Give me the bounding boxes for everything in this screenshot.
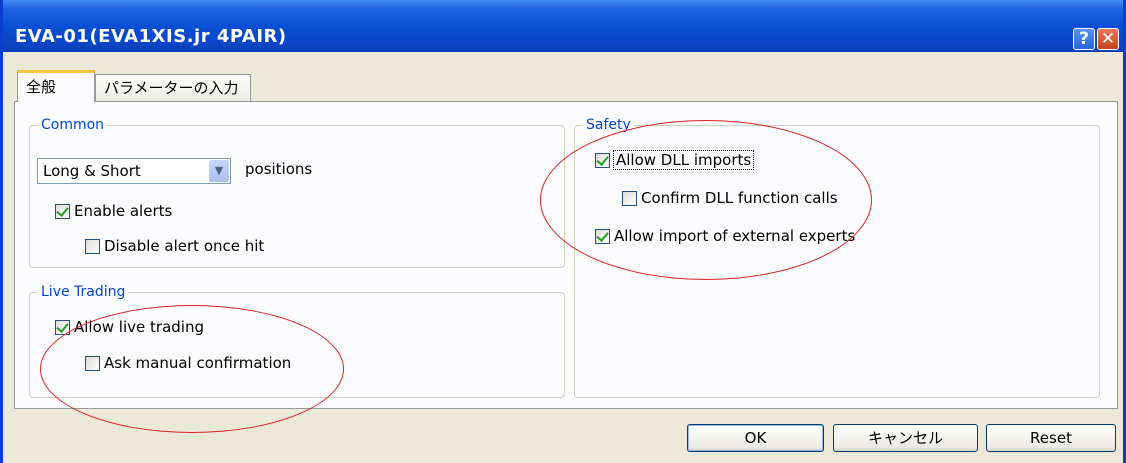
cancel-button[interactable]: キャンセル <box>833 424 978 452</box>
allow-external-experts-option[interactable]: Allow import of external experts <box>595 227 855 245</box>
allow-live-trading-label: Allow live trading <box>74 318 204 336</box>
window-title: EVA-01(EVA1XIS.jr 4PAIR) <box>15 26 287 47</box>
live-trading-group-label: Live Trading <box>38 283 129 301</box>
checkmark-icon <box>596 228 609 242</box>
safety-group-label: Safety <box>583 116 634 134</box>
allow-external-experts-checkbox[interactable] <box>595 228 610 244</box>
ask-manual-confirmation-option[interactable]: Ask manual confirmation <box>85 354 291 372</box>
title-bar[interactable]: EVA-01(EVA1XIS.jr 4PAIR) ? ✕ <box>3 0 1123 52</box>
disable-alert-label: Disable alert once hit <box>104 237 265 255</box>
allow-dll-imports-checkbox[interactable] <box>595 152 610 168</box>
enable-alerts-option[interactable]: Enable alerts <box>55 202 172 220</box>
tab-input-parameters[interactable]: パラメーターの入力 <box>95 74 251 102</box>
close-button[interactable]: ✕ <box>1097 28 1119 50</box>
allow-live-trading-checkbox[interactable] <box>55 319 70 335</box>
confirm-dll-calls-checkbox[interactable] <box>622 190 637 206</box>
allow-dll-imports-option[interactable]: Allow DLL imports <box>595 150 755 170</box>
tab-general[interactable]: 全般 <box>17 70 95 102</box>
allow-dll-imports-label: Allow DLL imports <box>612 150 755 170</box>
positions-select[interactable]: Long & Short ▼ <box>37 158 231 184</box>
positions-suffix: positions <box>245 160 313 178</box>
disable-alert-checkbox[interactable] <box>85 238 100 254</box>
enable-alerts-checkbox[interactable] <box>55 203 70 219</box>
ok-button[interactable]: OK <box>687 424 824 452</box>
allow-live-trading-option[interactable]: Allow live trading <box>55 318 204 336</box>
ask-manual-confirmation-label: Ask manual confirmation <box>104 354 292 372</box>
confirm-dll-calls-option[interactable]: Confirm DLL function calls <box>622 189 838 207</box>
confirm-dll-calls-label: Confirm DLL function calls <box>641 189 838 207</box>
chevron-down-icon[interactable]: ▼ <box>209 160 229 182</box>
reset-button[interactable]: Reset <box>986 424 1116 452</box>
help-button[interactable]: ? <box>1073 28 1095 50</box>
disable-alert-option[interactable]: Disable alert once hit <box>85 237 264 255</box>
checkmark-icon <box>56 319 69 333</box>
checkmark-icon <box>596 152 609 166</box>
enable-alerts-label: Enable alerts <box>74 202 173 220</box>
checkmark-icon <box>56 203 69 217</box>
ask-manual-confirmation-checkbox[interactable] <box>85 355 100 371</box>
live-trading-group: Live Trading <box>29 283 565 398</box>
positions-select-value: Long & Short <box>43 162 141 180</box>
common-group-label: Common <box>38 116 108 134</box>
allow-external-experts-label: Allow import of external experts <box>614 227 856 245</box>
